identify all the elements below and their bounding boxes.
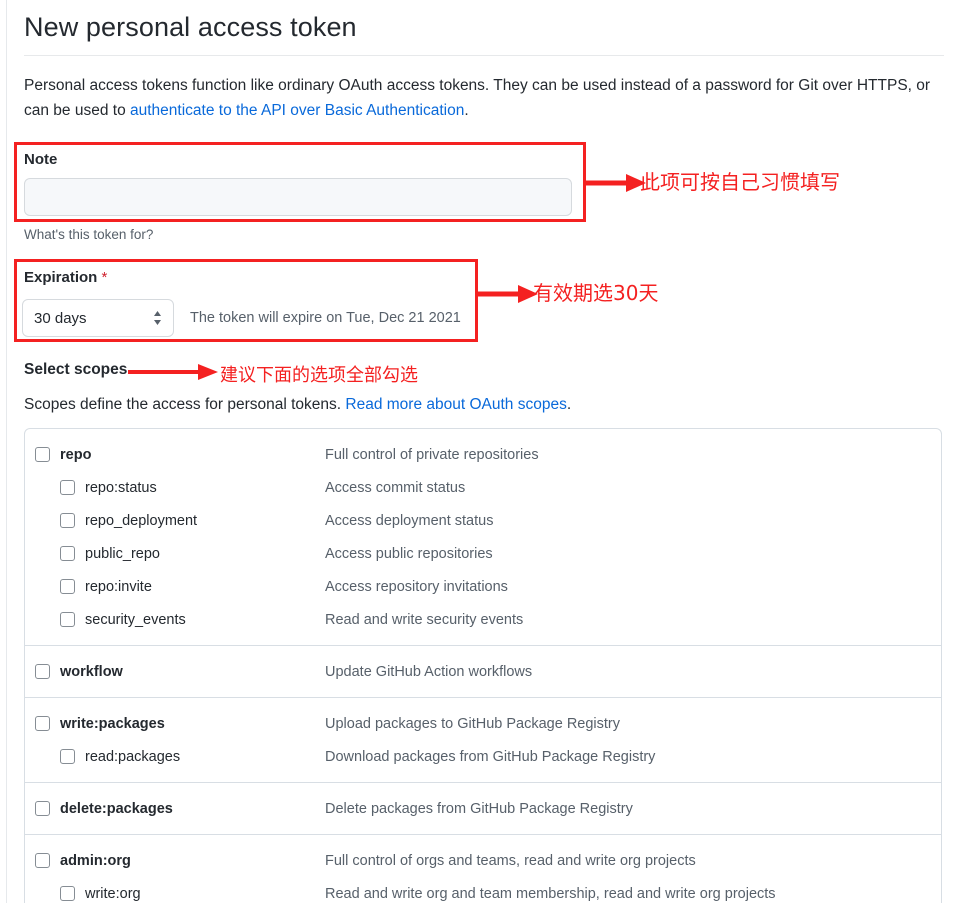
scope-group: repo Full control of private repositories… — [25, 429, 941, 645]
intro-text-part2: . — [464, 101, 469, 119]
page-left-edge — [6, 0, 7, 903]
scope-name: workflow — [60, 663, 123, 680]
title-divider — [24, 55, 944, 56]
expiration-label: Expiration * — [24, 268, 107, 288]
scope-name: security_events — [85, 611, 186, 628]
expiration-select-wrapper: 7 days30 days60 days90 daysCustom...No e… — [22, 299, 174, 337]
note-annotation-text: 此项可按自己习惯填写 — [640, 170, 840, 194]
oauth-scopes-link[interactable]: Read more about OAuth scopes — [345, 396, 566, 413]
expiration-annotation-arrow — [478, 285, 538, 303]
checkbox-repo[interactable] — [35, 447, 50, 462]
scope-name: admin:org — [60, 852, 131, 869]
checkbox-admin:org[interactable] — [35, 853, 50, 868]
scope-row[interactable]: read:packages Download packages from GitH… — [25, 740, 941, 773]
expiration-label-text: Expiration — [24, 269, 98, 286]
page-title: New personal access token — [24, 12, 357, 42]
note-help-text: What's this token for? — [24, 227, 154, 242]
scope-name: read:packages — [85, 748, 181, 765]
scopes-list-box: repo Full control of private repositories… — [24, 428, 942, 903]
intro-paragraph: Personal access tokens function like ord… — [24, 74, 944, 123]
scope-description: Download packages from GitHub Package Re… — [325, 748, 656, 765]
scope-row[interactable]: admin:org Full control of orgs and teams,… — [25, 844, 941, 877]
scopes-subtext: Scopes define the access for personal to… — [24, 393, 571, 416]
scopes-annotation-arrow — [128, 364, 218, 380]
scope-row[interactable]: workflow Update GitHub Action workflows — [25, 655, 941, 688]
new-personal-access-token-page: New personal access token Personal acces… — [0, 0, 975, 903]
scope-row[interactable]: security_events Read and write security e… — [25, 603, 941, 636]
scope-row[interactable]: repo:status Access commit status — [25, 471, 941, 504]
checkbox-delete:packages[interactable] — [35, 801, 50, 816]
basic-auth-link[interactable]: authenticate to the API over Basic Authe… — [130, 102, 464, 119]
checkbox-repo:status[interactable] — [60, 480, 75, 495]
scope-group: delete:packages Delete packages from GitH… — [25, 782, 941, 834]
scope-row[interactable]: public_repo Access public repositories — [25, 537, 941, 570]
scope-name: write:packages — [60, 715, 165, 732]
checkbox-repo:invite[interactable] — [60, 579, 75, 594]
expiration-select[interactable]: 7 days30 days60 days90 daysCustom...No e… — [22, 299, 174, 337]
scope-name: delete:packages — [60, 800, 173, 817]
scope-name: write:org — [85, 885, 141, 902]
checkbox-workflow[interactable] — [35, 664, 50, 679]
checkbox-read:packages[interactable] — [60, 749, 75, 764]
scope-description: Access deployment status — [325, 512, 494, 529]
checkbox-public_repo[interactable] — [60, 546, 75, 561]
page-content: New personal access token Personal acces… — [24, 0, 964, 123]
checkbox-write:packages[interactable] — [35, 716, 50, 731]
scope-name: repo_deployment — [85, 512, 198, 529]
note-label: Note — [24, 151, 58, 168]
expiration-annotation-text: 有效期选30天 — [533, 281, 659, 305]
required-asterisk: * — [101, 269, 108, 286]
scopes-subtext-lead: Scopes define the access for personal to… — [24, 396, 346, 413]
scope-description: Delete packages from GitHub Package Regi… — [325, 800, 633, 817]
scope-description: Access commit status — [325, 479, 466, 496]
scope-name: repo:status — [85, 479, 157, 496]
scope-row[interactable]: repo:invite Access repository invitations — [25, 570, 941, 603]
scope-description: Access repository invitations — [325, 578, 508, 595]
scope-group: write:packages Upload packages to GitHub … — [25, 697, 941, 782]
scope-description: Update GitHub Action workflows — [325, 663, 533, 680]
scope-description: Upload packages to GitHub Package Regist… — [325, 715, 620, 732]
scope-name: repo — [60, 446, 92, 463]
scope-name: repo:invite — [85, 578, 152, 595]
scope-row[interactable]: write:packages Upload packages to GitHub … — [25, 707, 941, 740]
scope-name: public_repo — [85, 545, 160, 562]
scope-description: Full control of orgs and teams, read and… — [325, 852, 696, 869]
scope-group: admin:org Full control of orgs and teams,… — [25, 834, 941, 903]
scope-description: Access public repositories — [325, 545, 493, 562]
checkbox-security_events[interactable] — [60, 612, 75, 627]
scope-row[interactable]: delete:packages Delete packages from GitH… — [25, 792, 941, 825]
scope-row[interactable]: write:org Read and write org and team mem… — [25, 877, 941, 903]
checkbox-repo_deployment[interactable] — [60, 513, 75, 528]
note-annotation-arrow — [586, 174, 646, 192]
scope-description: Read and write org and team membership, … — [325, 885, 776, 902]
scopes-annotation-text: 建议下面的选项全部勾选 — [220, 365, 418, 386]
scope-description: Full control of private repositories — [325, 446, 539, 463]
checkbox-write:org[interactable] — [60, 886, 75, 901]
note-input[interactable] — [24, 178, 572, 216]
scope-description: Read and write security events — [325, 611, 524, 628]
expiration-note: The token will expire on Tue, Dec 21 202… — [190, 310, 461, 326]
scopes-subtext-tail: . — [566, 396, 572, 413]
select-scopes-heading: Select scopes — [24, 361, 128, 378]
scope-row[interactable]: repo Full control of private repositories — [25, 438, 941, 471]
scope-row[interactable]: repo_deployment Access deployment status — [25, 504, 941, 537]
scope-group: workflow Update GitHub Action workflows — [25, 645, 941, 697]
